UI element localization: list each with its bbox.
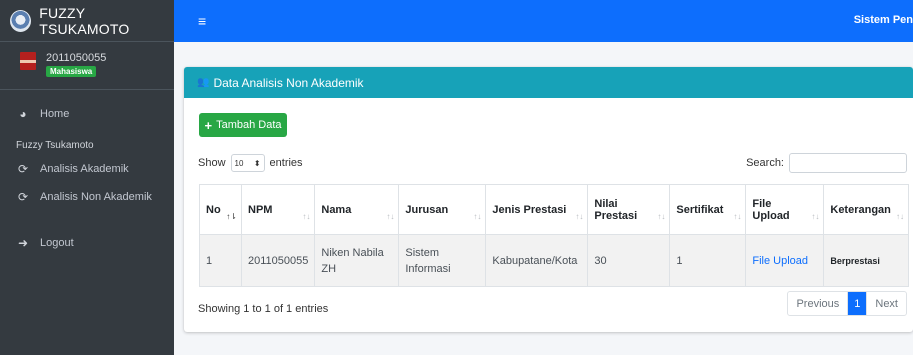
sort-icon: ↑↓ [473,212,482,221]
role-badge: Mahasiswa [46,66,97,77]
menu-toggle-icon[interactable]: ≡ [198,13,206,29]
table-row: 1 2011050055 Niken Nabila ZH Sistem Info… [199,234,909,287]
pagination-next-button[interactable]: Next [866,292,906,315]
add-data-label: Tambah Data [216,119,282,131]
topbar: ≡ Sistem Pen [174,0,913,42]
user-panel: 2011050055 Mahasiswa [0,42,174,90]
sidebar-item-analisis-non-akademik[interactable]: ⟳ Analisis Non Akademik [0,183,174,211]
system-title: Sistem Pen [853,14,913,26]
cell-no: 1 [199,234,242,287]
sidebar-item-home[interactable]: ◕ Home [0,100,174,128]
sort-icon: ↑↓ [302,212,311,221]
column-header-sertifikat[interactable]: Sertifikat ↑↓ [669,184,747,235]
sort-icon: ↑↓ [386,212,395,221]
add-data-button[interactable]: + Tambah Data [199,113,287,137]
cell-jenis-prestasi: Kabupatane/Kota [485,234,589,287]
pagination-page-button[interactable]: 1 [848,292,867,315]
sidebar-item-label: Logout [40,237,74,249]
users-icon: 👥 [197,77,210,88]
dashboard-icon: ◕ [19,107,27,121]
column-header-npm[interactable]: NPM ↑↓ [240,184,316,235]
cell-nilai-prestasi: 30 [587,234,671,287]
table-info: Showing 1 to 1 of 1 entries [198,303,329,315]
sidebar: FUZZY TSUKAMOTO 2011050055 Mahasiswa ◕ H… [0,0,174,355]
column-header-no[interactable]: No ↑⇂ [199,184,242,235]
keterangan-text: Berprestasi [830,255,880,266]
sort-icon: ↑↓ [896,212,904,221]
sort-icon: ↑↓ [733,212,742,221]
avatar [20,52,36,70]
sync-icon: ⟳ [17,162,29,176]
sidebar-item-label: Analisis Akademik [40,163,129,175]
search-input[interactable] [789,153,907,173]
user-id: 2011050055 [46,52,107,64]
entries-length-select[interactable]: 10 ⬍ [230,154,265,172]
sidebar-item-label: Home [40,108,70,120]
entries-label: entries [269,157,303,169]
column-header-keterangan[interactable]: Keterangan ↑↓ [823,184,909,235]
sidebar-section-header: Fuzzy Tsukamoto [16,140,94,151]
data-table: No ↑⇂ NPM ↑↓ Nama ↑↓ Jurusan ↑↓ Jenis Presta… [199,184,909,287]
cell-sertifikat: 1 [669,234,747,287]
column-header-jurusan[interactable]: Jurusan ↑↓ [398,184,487,235]
table-header-row: No ↑⇂ NPM ↑↓ Nama ↑↓ Jurusan ↑↓ Jenis Presta… [199,184,909,235]
select-arrows-icon: ⬍ [253,158,261,168]
sidebar-item-analisis-akademik[interactable]: ⟳ Analisis Akademik [0,155,174,183]
file-upload-link[interactable]: File Upload [752,255,808,267]
cell-npm: 2011050055 [240,234,316,287]
sidebar-item-logout[interactable]: ➜ Logout [0,229,174,257]
column-header-jenis-prestasi[interactable]: Jenis Prestasi ↑↓ [485,184,589,235]
show-label: Show [198,157,226,169]
arrow-circle-right-icon: ➜ [17,236,29,250]
data-card: 👥 Data Analisis Non Akademik + Tambah Da… [184,67,913,332]
brand-link[interactable]: FUZZY TSUKAMOTO [0,0,174,42]
sort-icon: ↑↓ [811,212,820,221]
sync-icon: ⟳ [17,190,29,204]
brand-name: FUZZY TSUKAMOTO [39,4,130,37]
cell-file-upload: File Upload [745,234,825,287]
search-label: Search: [746,157,784,169]
sort-icon: ↑↓ [575,212,584,221]
sidebar-item-label: Analisis Non Akademik [40,191,152,203]
cell-keterangan: Berprestasi [823,234,909,287]
column-header-nilai-prestasi[interactable]: Nilai Prestasi ↑↓ [587,184,671,235]
brand-logo-icon [10,9,32,32]
table-search: Search: [746,153,907,173]
sort-asc-icon: ↑⇂ [226,212,237,221]
cell-nama: Niken Nabila ZH [314,234,400,287]
column-header-nama[interactable]: Nama ↑↓ [314,184,400,235]
card-header: 👥 Data Analisis Non Akademik [184,67,913,98]
card-title: Data Analisis Non Akademik [213,75,364,90]
cell-jurusan: Sistem Informasi [398,234,487,287]
pagination-previous-button[interactable]: Previous [788,292,849,315]
sort-icon: ↑↓ [657,212,666,221]
plus-icon: + [204,117,213,133]
entries-length-value: 10 [234,158,244,168]
pagination: Previous 1 Next [787,291,907,316]
entries-length: Show 10 ⬍ entries [198,154,303,172]
column-header-file-upload[interactable]: File Upload ↑↓ [745,184,825,235]
